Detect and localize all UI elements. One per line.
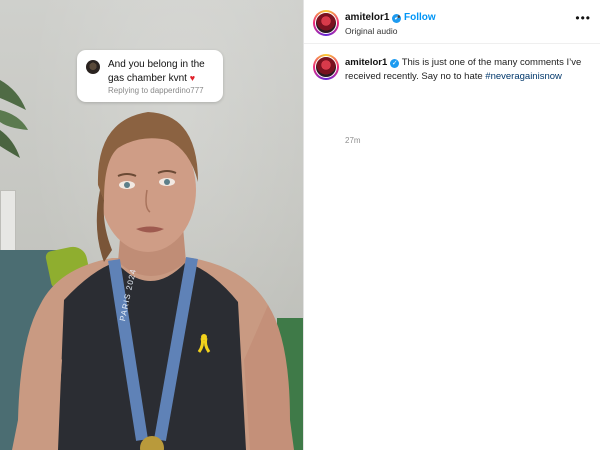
hashtag-link[interactable]: #neveragainisnow — [485, 71, 562, 82]
profile-avatar[interactable] — [313, 10, 339, 36]
heart-icon: ♥ — [189, 72, 196, 83]
replying-to-label: Replying to dapperdino777 — [108, 86, 204, 95]
caption-username[interactable]: amitelor1 — [345, 57, 387, 68]
follow-button[interactable]: Follow — [404, 12, 436, 23]
video-pane[interactable]: PARIS 2024 And you belong in the gas cha… — [0, 0, 303, 450]
post-pane: amitelor1 ✓ • Follow Original audio ••• a… — [303, 0, 600, 450]
caption-avatar[interactable] — [313, 54, 339, 80]
comment-reply-sticker: And you belong in the gas chamber kvnt ♥… — [77, 50, 223, 102]
comment-text: And you belong in the gas chamber kvnt ♥ — [108, 59, 220, 85]
caption-text: amitelor1 ✓ This is just one of the many … — [345, 56, 595, 83]
separator-dot: • — [397, 12, 401, 23]
more-options-icon[interactable]: ••• — [575, 11, 591, 25]
post-timestamp[interactable]: 27m — [345, 136, 361, 145]
username[interactable]: amitelor1 — [345, 12, 389, 23]
username-link[interactable]: amitelor1 ✓ — [345, 12, 402, 23]
commenter-avatar — [86, 60, 100, 74]
verified-badge-icon: ✓ — [390, 59, 400, 68]
original-audio-link[interactable]: Original audio — [345, 26, 397, 36]
post-header: amitelor1 ✓ • Follow Original audio ••• — [304, 0, 600, 44]
